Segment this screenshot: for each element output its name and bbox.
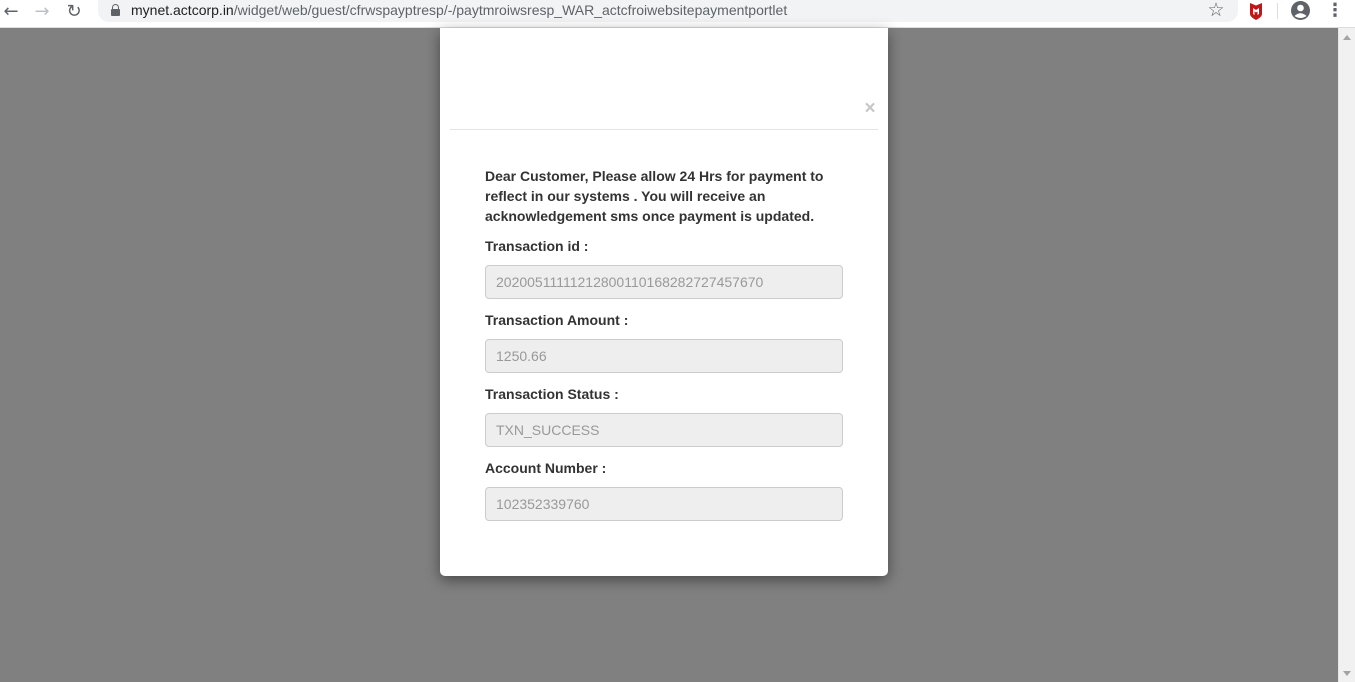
- lock-icon: [111, 4, 120, 16]
- mcafee-extension-icon[interactable]: [1246, 1, 1266, 21]
- back-arrow-icon: ←: [3, 0, 19, 22]
- close-button[interactable]: ×: [860, 98, 880, 120]
- scroll-up-arrow-icon[interactable]: [1343, 35, 1351, 40]
- reload-icon: ↻: [66, 0, 82, 22]
- transaction-amount-label: Transaction Amount :: [485, 312, 629, 328]
- reload-button[interactable]: ↻: [63, 0, 85, 22]
- url-path: /widget/web/guest/cfrwspayptresp/-/paytm…: [233, 2, 788, 18]
- address-bar[interactable]: mynet.actcorp.in/widget/web/guest/cfrwsp…: [98, 0, 1238, 22]
- transaction-status-field[interactable]: [485, 413, 843, 447]
- account-number-field[interactable]: [485, 487, 843, 521]
- scroll-down-arrow-icon[interactable]: [1343, 671, 1351, 676]
- bookmark-star-icon[interactable]: ☆: [1206, 0, 1226, 22]
- browser-toolbar: ← → ↻ mynet.actcorp.in/widget/web/guest/…: [0, 0, 1355, 28]
- transaction-id-label: Transaction id :: [485, 238, 589, 254]
- back-button[interactable]: ←: [0, 0, 22, 22]
- toolbar-divider: [1277, 3, 1278, 19]
- url-text[interactable]: mynet.actcorp.in/widget/web/guest/cfrwsp…: [131, 2, 787, 18]
- profile-avatar-icon[interactable]: [1290, 0, 1311, 21]
- payment-notice: Dear Customer, Please allow 24 Hrs for p…: [485, 168, 824, 224]
- browser-menu-icon[interactable]: ⋮: [1326, 0, 1344, 22]
- transaction-status-label: Transaction Status :: [485, 386, 619, 402]
- account-number-label: Account Number :: [485, 460, 607, 476]
- forward-button[interactable]: →: [31, 0, 53, 22]
- modal-header: ×: [450, 28, 878, 130]
- page-scrollbar[interactable]: [1338, 28, 1355, 682]
- transaction-amount-field[interactable]: [485, 339, 843, 373]
- payment-response-modal: × Dear Customer, Please allow 24 Hrs for…: [440, 28, 888, 576]
- url-host: mynet.actcorp.in: [131, 2, 234, 18]
- forward-arrow-icon: →: [34, 0, 50, 22]
- transaction-id-field[interactable]: [485, 265, 843, 299]
